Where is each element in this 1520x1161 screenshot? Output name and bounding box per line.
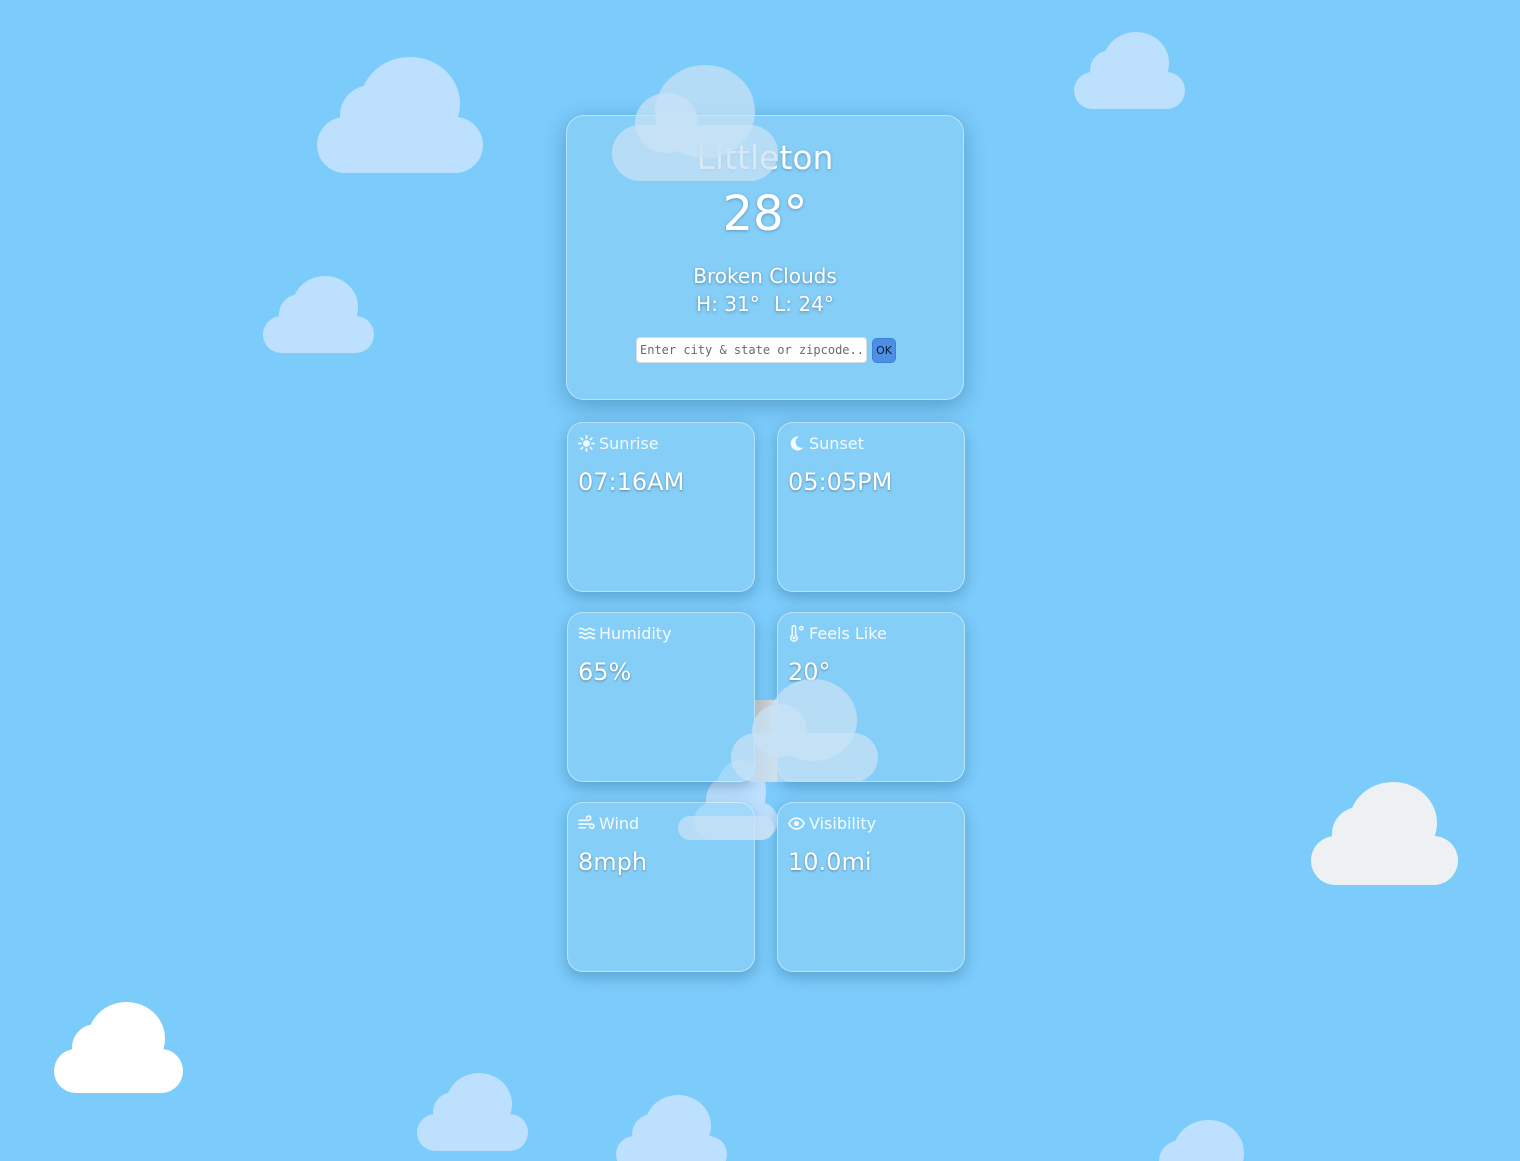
- tile-header: Wind: [578, 814, 639, 833]
- low-temperature: L: 24°: [774, 292, 834, 316]
- eye-icon: [788, 815, 805, 832]
- cloud: [417, 1073, 528, 1151]
- tile-header: Visibility: [788, 814, 876, 833]
- city-name: Littleton: [696, 138, 834, 177]
- high-temperature: H: 31°: [696, 292, 760, 316]
- thermometer-icon: [788, 625, 805, 642]
- cloud: [54, 1002, 183, 1093]
- wind-tile: Wind 8mph: [567, 802, 755, 972]
- cloud: [1143, 1120, 1260, 1161]
- tile-label: Sunset: [809, 434, 864, 453]
- tile-header: Sunrise: [578, 434, 659, 453]
- ok-button[interactable]: OK: [872, 337, 896, 363]
- wind-icon: [578, 815, 595, 832]
- weather-description: Broken Clouds: [693, 264, 837, 288]
- weather-card: Littleton 28° Broken Clouds H: 31° L: 24…: [566, 115, 964, 400]
- humidity-tile: Humidity 65%: [567, 612, 755, 782]
- tile-label: Sunrise: [599, 434, 659, 453]
- sunset-tile: Sunset 05:05PM: [777, 422, 965, 592]
- search-form: OK: [636, 337, 896, 363]
- sun-icon: [578, 435, 595, 452]
- tile-value: 20°: [788, 658, 831, 686]
- tile-header: Feels Like: [788, 624, 887, 643]
- tile-value: 8mph: [578, 848, 648, 876]
- tile-label: Wind: [599, 814, 640, 833]
- visibility-tile: Visibility 10.0mi: [777, 802, 965, 972]
- cloud-shadow: [755, 700, 777, 782]
- tile-value: 07:16AM: [578, 468, 685, 496]
- tile-header: Sunset: [788, 434, 864, 453]
- tile-value: 65%: [578, 658, 632, 686]
- current-temperature: 28°: [722, 186, 808, 242]
- tile-value: 10.0mi: [788, 848, 872, 876]
- cloud: [1311, 782, 1458, 885]
- sunrise-tile: Sunrise 07:16AM: [567, 422, 755, 592]
- cloud: [1074, 32, 1185, 109]
- tile-header: Humidity: [578, 624, 672, 643]
- tile-value: 05:05PM: [788, 468, 893, 496]
- cloud: [263, 276, 374, 353]
- water-icon: [578, 625, 595, 642]
- search-input[interactable]: [636, 337, 867, 363]
- moon-icon: [788, 435, 805, 452]
- high-low: H: 31° L: 24°: [567, 292, 963, 316]
- feels-like-tile: Feels Like 20°: [777, 612, 965, 782]
- cloud: [317, 57, 483, 173]
- cloud: [616, 1095, 727, 1161]
- tile-label: Visibility: [809, 814, 877, 833]
- tile-label: Humidity: [599, 624, 672, 643]
- tile-label: Feels Like: [809, 624, 887, 643]
